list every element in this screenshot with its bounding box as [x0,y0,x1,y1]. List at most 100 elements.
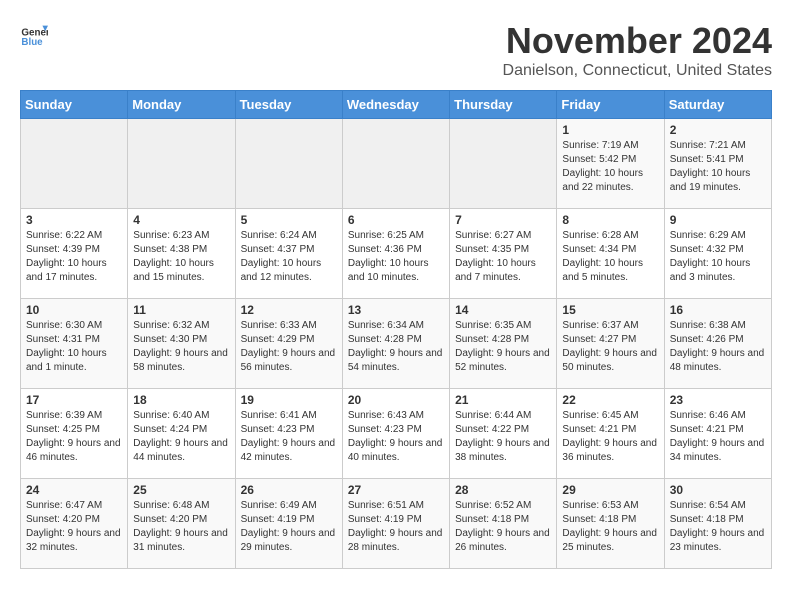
calendar-cell: 5 Sunrise: 6:24 AM Sunset: 4:37 PM Daylig… [235,209,342,299]
day-info: Sunrise: 6:38 AM Sunset: 4:26 PM Dayligh… [670,319,766,375]
header-saturday: Saturday [664,91,771,119]
day-number: 29 [562,483,658,497]
calendar-cell: 13 Sunrise: 6:34 AM Sunset: 4:28 PM Dayli… [342,299,449,389]
page-title: November 2024 [503,20,772,62]
day-info: Sunrise: 6:40 AM Sunset: 4:24 PM Dayligh… [133,409,229,465]
day-number: 20 [348,393,444,407]
calendar-cell: 30 Sunrise: 6:54 AM Sunset: 4:18 PM Dayli… [664,479,771,569]
day-info: Sunrise: 6:48 AM Sunset: 4:20 PM Dayligh… [133,499,229,555]
day-number: 2 [670,123,766,137]
calendar-week-row: 24 Sunrise: 6:47 AM Sunset: 4:20 PM Dayli… [21,479,772,569]
day-info: Sunrise: 6:35 AM Sunset: 4:28 PM Dayligh… [455,319,551,375]
calendar-cell: 6 Sunrise: 6:25 AM Sunset: 4:36 PM Daylig… [342,209,449,299]
day-info: Sunrise: 7:21 AM Sunset: 5:41 PM Dayligh… [670,139,766,195]
calendar-cell: 14 Sunrise: 6:35 AM Sunset: 4:28 PM Dayli… [450,299,557,389]
day-number: 5 [241,213,337,227]
day-info: Sunrise: 6:28 AM Sunset: 4:34 PM Dayligh… [562,229,658,285]
day-info: Sunrise: 6:33 AM Sunset: 4:29 PM Dayligh… [241,319,337,375]
day-info: Sunrise: 6:37 AM Sunset: 4:27 PM Dayligh… [562,319,658,375]
day-number: 8 [562,213,658,227]
calendar-cell: 25 Sunrise: 6:48 AM Sunset: 4:20 PM Dayli… [128,479,235,569]
day-number: 30 [670,483,766,497]
calendar-cell: 16 Sunrise: 6:38 AM Sunset: 4:26 PM Dayli… [664,299,771,389]
day-info: Sunrise: 6:41 AM Sunset: 4:23 PM Dayligh… [241,409,337,465]
calendar-cell: 2 Sunrise: 7:21 AM Sunset: 5:41 PM Daylig… [664,119,771,209]
day-number: 26 [241,483,337,497]
header-monday: Monday [128,91,235,119]
calendar-cell: 24 Sunrise: 6:47 AM Sunset: 4:20 PM Dayli… [21,479,128,569]
title-section: November 2024 Danielson, Connecticut, Un… [503,20,772,80]
calendar-cell: 17 Sunrise: 6:39 AM Sunset: 4:25 PM Dayli… [21,389,128,479]
day-number: 16 [670,303,766,317]
day-number: 14 [455,303,551,317]
day-info: Sunrise: 6:49 AM Sunset: 4:19 PM Dayligh… [241,499,337,555]
calendar-cell: 7Sunrise: 6:27 AM Sunset: 4:35 PM Daylig… [450,209,557,299]
calendar-week-row: 1 Sunrise: 7:19 AM Sunset: 5:42 PM Daylig… [21,119,772,209]
calendar-cell: 3Sunrise: 6:22 AM Sunset: 4:39 PM Daylig… [21,209,128,299]
calendar-cell [342,119,449,209]
day-info: Sunrise: 7:19 AM Sunset: 5:42 PM Dayligh… [562,139,658,195]
page-header: General Blue November 2024 Danielson, Co… [20,20,772,80]
day-number: 18 [133,393,229,407]
calendar-week-row: 17 Sunrise: 6:39 AM Sunset: 4:25 PM Dayli… [21,389,772,479]
calendar-cell [21,119,128,209]
page-subtitle: Danielson, Connecticut, United States [503,62,772,80]
day-info: Sunrise: 6:29 AM Sunset: 4:32 PM Dayligh… [670,229,766,285]
day-info: Sunrise: 6:46 AM Sunset: 4:21 PM Dayligh… [670,409,766,465]
calendar-cell [235,119,342,209]
day-info: Sunrise: 6:45 AM Sunset: 4:21 PM Dayligh… [562,409,658,465]
day-number: 15 [562,303,658,317]
svg-text:Blue: Blue [21,37,43,48]
day-info: Sunrise: 6:43 AM Sunset: 4:23 PM Dayligh… [348,409,444,465]
calendar-cell: 18 Sunrise: 6:40 AM Sunset: 4:24 PM Dayli… [128,389,235,479]
calendar-cell: 8 Sunrise: 6:28 AM Sunset: 4:34 PM Daylig… [557,209,664,299]
logo: General Blue [20,20,48,48]
day-number: 6 [348,213,444,227]
header-friday: Friday [557,91,664,119]
day-info: Sunrise: 6:54 AM Sunset: 4:18 PM Dayligh… [670,499,766,555]
day-info: Sunrise: 6:24 AM Sunset: 4:37 PM Dayligh… [241,229,337,285]
day-number: 24 [26,483,122,497]
day-info: Sunrise: 6:47 AM Sunset: 4:20 PM Dayligh… [26,499,122,555]
day-info: Sunrise: 6:44 AM Sunset: 4:22 PM Dayligh… [455,409,551,465]
header-thursday: Thursday [450,91,557,119]
day-number: 27 [348,483,444,497]
day-number: 17 [26,393,122,407]
day-info: Sunrise: 6:34 AM Sunset: 4:28 PM Dayligh… [348,319,444,375]
day-number: 23 [670,393,766,407]
day-info: Sunrise: 6:30 AM Sunset: 4:31 PM Dayligh… [26,319,122,375]
day-info: Sunrise: 6:32 AM Sunset: 4:30 PM Dayligh… [133,319,229,375]
calendar-cell: 19Sunrise: 6:41 AM Sunset: 4:23 PM Dayli… [235,389,342,479]
day-number: 22 [562,393,658,407]
day-number: 9 [670,213,766,227]
calendar-cell: 15 Sunrise: 6:37 AM Sunset: 4:27 PM Dayli… [557,299,664,389]
day-number: 12 [241,303,337,317]
calendar-cell: 4Sunrise: 6:23 AM Sunset: 4:38 PM Daylig… [128,209,235,299]
day-number: 1 [562,123,658,137]
day-info: Sunrise: 6:39 AM Sunset: 4:25 PM Dayligh… [26,409,122,465]
calendar-cell: 29Sunrise: 6:53 AM Sunset: 4:18 PM Dayli… [557,479,664,569]
calendar-cell: 23 Sunrise: 6:46 AM Sunset: 4:21 PM Dayli… [664,389,771,479]
day-number: 10 [26,303,122,317]
calendar-cell: 11Sunrise: 6:32 AM Sunset: 4:30 PM Dayli… [128,299,235,389]
day-number: 3 [26,213,122,227]
logo-icon: General Blue [20,20,48,48]
calendar-cell: 26 Sunrise: 6:49 AM Sunset: 4:19 PM Dayli… [235,479,342,569]
calendar-cell: 9 Sunrise: 6:29 AM Sunset: 4:32 PM Daylig… [664,209,771,299]
header-sunday: Sunday [21,91,128,119]
day-info: Sunrise: 6:51 AM Sunset: 4:19 PM Dayligh… [348,499,444,555]
calendar-cell: 10 Sunrise: 6:30 AM Sunset: 4:31 PM Dayli… [21,299,128,389]
day-info: Sunrise: 6:25 AM Sunset: 4:36 PM Dayligh… [348,229,444,285]
calendar-cell [128,119,235,209]
calendar-week-row: 3Sunrise: 6:22 AM Sunset: 4:39 PM Daylig… [21,209,772,299]
day-number: 7 [455,213,551,227]
calendar-cell: 22 Sunrise: 6:45 AM Sunset: 4:21 PM Dayli… [557,389,664,479]
day-number: 28 [455,483,551,497]
day-number: 13 [348,303,444,317]
header-wednesday: Wednesday [342,91,449,119]
calendar-cell: 20 Sunrise: 6:43 AM Sunset: 4:23 PM Dayli… [342,389,449,479]
calendar-table: Sunday Monday Tuesday Wednesday Thursday… [20,90,772,569]
calendar-cell [450,119,557,209]
day-number: 25 [133,483,229,497]
calendar-cell: 12 Sunrise: 6:33 AM Sunset: 4:29 PM Dayli… [235,299,342,389]
